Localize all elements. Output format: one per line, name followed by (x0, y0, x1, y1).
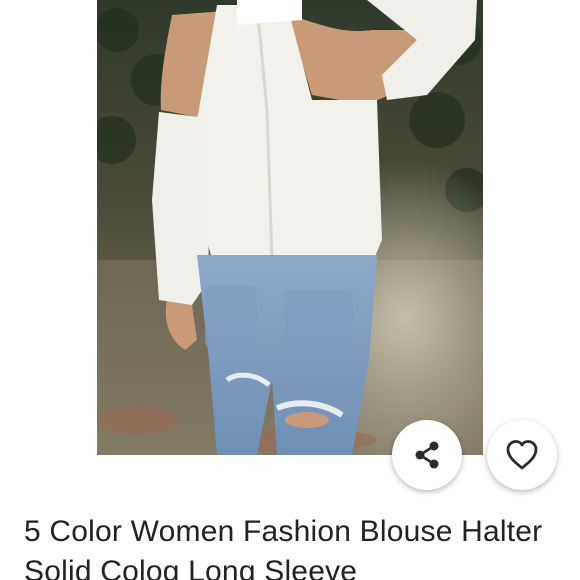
product-title: 5 Color Women Fashion Blouse Halter Soli… (24, 515, 543, 580)
like-button[interactable] (487, 420, 557, 490)
product-photo-illustration (97, 0, 483, 455)
share-button[interactable] (392, 420, 462, 490)
product-image[interactable] (97, 0, 483, 455)
share-icon (415, 441, 439, 469)
product-screen: 5 Color Women Fashion Blouse Halter Soli… (0, 0, 580, 580)
heart-icon (506, 440, 538, 470)
